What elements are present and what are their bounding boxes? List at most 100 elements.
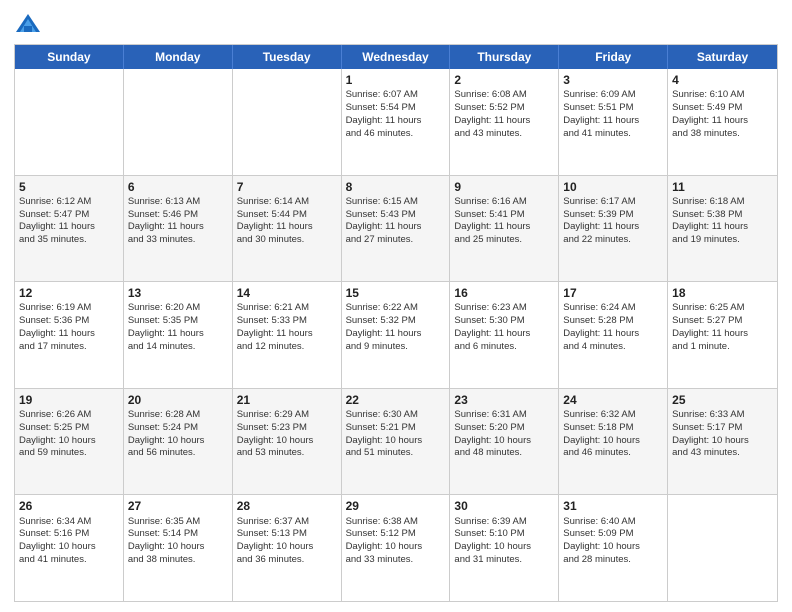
cell-day-number: 8 — [346, 179, 446, 195]
cell-line: Sunrise: 6:40 AM — [563, 516, 663, 529]
calendar-cell: 12Sunrise: 6:19 AMSunset: 5:36 PMDayligh… — [15, 282, 124, 388]
page: SundayMondayTuesdayWednesdayThursdayFrid… — [0, 0, 792, 612]
calendar-cell: 15Sunrise: 6:22 AMSunset: 5:32 PMDayligh… — [342, 282, 451, 388]
cell-line: Daylight: 11 hours — [128, 328, 228, 341]
day-header-tuesday: Tuesday — [233, 45, 342, 69]
cell-line: Daylight: 11 hours — [346, 328, 446, 341]
calendar-cell: 2Sunrise: 6:08 AMSunset: 5:52 PMDaylight… — [450, 69, 559, 175]
cell-line: Daylight: 10 hours — [454, 541, 554, 554]
cell-line: Sunrise: 6:16 AM — [454, 196, 554, 209]
cell-line: and 25 minutes. — [454, 234, 554, 247]
cell-day-number: 6 — [128, 179, 228, 195]
cell-day-number: 25 — [672, 392, 773, 408]
cell-line: Sunset: 5:18 PM — [563, 422, 663, 435]
cell-day-number: 30 — [454, 498, 554, 514]
calendar-row-2: 12Sunrise: 6:19 AMSunset: 5:36 PMDayligh… — [15, 281, 777, 388]
cell-line: and 22 minutes. — [563, 234, 663, 247]
cell-line: Daylight: 11 hours — [346, 221, 446, 234]
calendar-body: 1Sunrise: 6:07 AMSunset: 5:54 PMDaylight… — [15, 69, 777, 601]
cell-line: and 28 minutes. — [563, 554, 663, 567]
cell-line: and 38 minutes. — [672, 128, 773, 141]
calendar-cell: 4Sunrise: 6:10 AMSunset: 5:49 PMDaylight… — [668, 69, 777, 175]
cell-day-number: 10 — [563, 179, 663, 195]
cell-line: Daylight: 10 hours — [454, 435, 554, 448]
cell-line: and 41 minutes. — [563, 128, 663, 141]
calendar-cell — [668, 495, 777, 601]
header — [14, 10, 778, 38]
calendar-cell: 11Sunrise: 6:18 AMSunset: 5:38 PMDayligh… — [668, 176, 777, 282]
cell-day-number: 23 — [454, 392, 554, 408]
cell-line: Sunset: 5:39 PM — [563, 209, 663, 222]
calendar: SundayMondayTuesdayWednesdayThursdayFrid… — [14, 44, 778, 602]
cell-line: Daylight: 11 hours — [672, 115, 773, 128]
cell-day-number: 26 — [19, 498, 119, 514]
calendar-cell: 6Sunrise: 6:13 AMSunset: 5:46 PMDaylight… — [124, 176, 233, 282]
cell-line: Sunrise: 6:13 AM — [128, 196, 228, 209]
cell-line: and 19 minutes. — [672, 234, 773, 247]
calendar-cell: 18Sunrise: 6:25 AMSunset: 5:27 PMDayligh… — [668, 282, 777, 388]
calendar-cell — [124, 69, 233, 175]
cell-day-number: 11 — [672, 179, 773, 195]
calendar-cell: 13Sunrise: 6:20 AMSunset: 5:35 PMDayligh… — [124, 282, 233, 388]
calendar-cell: 28Sunrise: 6:37 AMSunset: 5:13 PMDayligh… — [233, 495, 342, 601]
cell-line: Sunrise: 6:33 AM — [672, 409, 773, 422]
cell-line: Daylight: 10 hours — [237, 435, 337, 448]
cell-line: Sunrise: 6:07 AM — [346, 89, 446, 102]
cell-line: Sunrise: 6:14 AM — [237, 196, 337, 209]
cell-line: Sunrise: 6:31 AM — [454, 409, 554, 422]
cell-line: Sunrise: 6:17 AM — [563, 196, 663, 209]
cell-day-number: 16 — [454, 285, 554, 301]
calendar-cell: 24Sunrise: 6:32 AMSunset: 5:18 PMDayligh… — [559, 389, 668, 495]
cell-line: Sunset: 5:33 PM — [237, 315, 337, 328]
cell-line: and 43 minutes. — [672, 447, 773, 460]
calendar-cell: 20Sunrise: 6:28 AMSunset: 5:24 PMDayligh… — [124, 389, 233, 495]
cell-line: Sunset: 5:28 PM — [563, 315, 663, 328]
cell-line: and 31 minutes. — [454, 554, 554, 567]
cell-line: and 59 minutes. — [19, 447, 119, 460]
cell-line: Sunrise: 6:26 AM — [19, 409, 119, 422]
cell-line: Sunset: 5:49 PM — [672, 102, 773, 115]
cell-line: Sunset: 5:13 PM — [237, 528, 337, 541]
cell-line: and 6 minutes. — [454, 341, 554, 354]
cell-line: Sunrise: 6:18 AM — [672, 196, 773, 209]
cell-day-number: 7 — [237, 179, 337, 195]
cell-line: Sunrise: 6:10 AM — [672, 89, 773, 102]
cell-line: Sunset: 5:32 PM — [346, 315, 446, 328]
calendar-cell: 3Sunrise: 6:09 AMSunset: 5:51 PMDaylight… — [559, 69, 668, 175]
cell-line: Sunset: 5:27 PM — [672, 315, 773, 328]
cell-line: Daylight: 10 hours — [19, 541, 119, 554]
calendar-cell: 26Sunrise: 6:34 AMSunset: 5:16 PMDayligh… — [15, 495, 124, 601]
cell-line: Sunset: 5:44 PM — [237, 209, 337, 222]
cell-line: and 12 minutes. — [237, 341, 337, 354]
cell-line: Daylight: 11 hours — [19, 221, 119, 234]
cell-day-number: 18 — [672, 285, 773, 301]
calendar-cell — [15, 69, 124, 175]
calendar-cell: 7Sunrise: 6:14 AMSunset: 5:44 PMDaylight… — [233, 176, 342, 282]
calendar-cell: 27Sunrise: 6:35 AMSunset: 5:14 PMDayligh… — [124, 495, 233, 601]
cell-line: Sunset: 5:51 PM — [563, 102, 663, 115]
cell-line: Sunset: 5:52 PM — [454, 102, 554, 115]
calendar-row-1: 5Sunrise: 6:12 AMSunset: 5:47 PMDaylight… — [15, 175, 777, 282]
cell-line: and 51 minutes. — [346, 447, 446, 460]
calendar-row-4: 26Sunrise: 6:34 AMSunset: 5:16 PMDayligh… — [15, 494, 777, 601]
cell-line: Sunset: 5:41 PM — [454, 209, 554, 222]
cell-line: Daylight: 11 hours — [672, 328, 773, 341]
day-header-wednesday: Wednesday — [342, 45, 451, 69]
cell-line: and 9 minutes. — [346, 341, 446, 354]
cell-day-number: 21 — [237, 392, 337, 408]
cell-line: Sunrise: 6:35 AM — [128, 516, 228, 529]
cell-line: Daylight: 10 hours — [672, 435, 773, 448]
cell-day-number: 13 — [128, 285, 228, 301]
day-header-friday: Friday — [559, 45, 668, 69]
cell-line: Sunrise: 6:39 AM — [454, 516, 554, 529]
cell-day-number: 20 — [128, 392, 228, 408]
cell-line: Sunrise: 6:29 AM — [237, 409, 337, 422]
cell-day-number: 5 — [19, 179, 119, 195]
cell-day-number: 24 — [563, 392, 663, 408]
cell-line: Sunset: 5:10 PM — [454, 528, 554, 541]
cell-line: and 4 minutes. — [563, 341, 663, 354]
cell-line: Daylight: 10 hours — [563, 541, 663, 554]
cell-line: Sunset: 5:16 PM — [19, 528, 119, 541]
cell-day-number: 4 — [672, 72, 773, 88]
cell-line: Daylight: 11 hours — [237, 221, 337, 234]
